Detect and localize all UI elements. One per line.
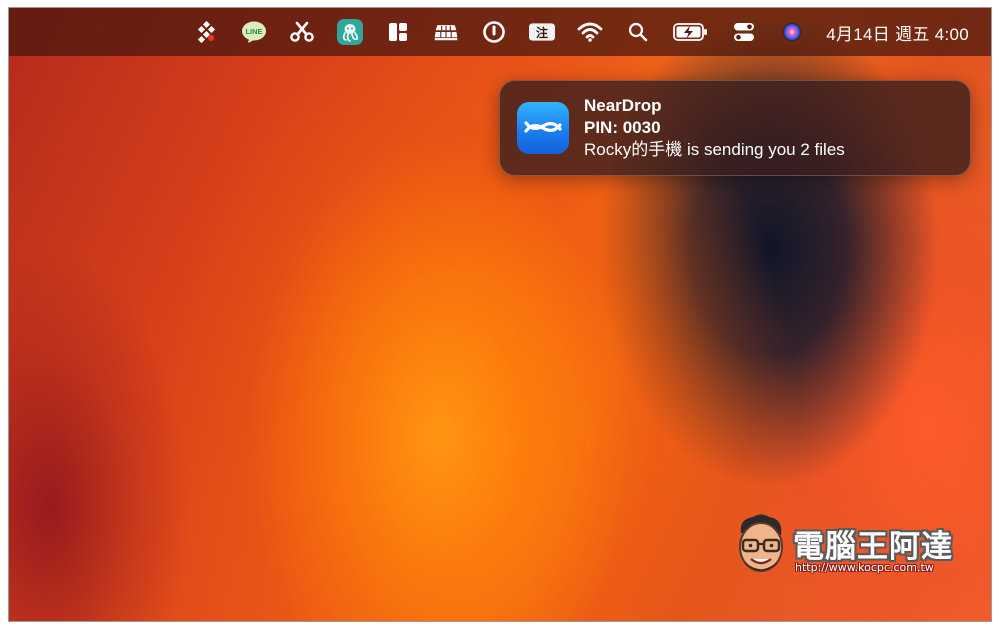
notification-banner[interactable]: NearDrop PIN: 0030 Rocky的手機 is sending y… xyxy=(499,80,971,176)
watermark: 電腦王阿達 http://www.kocpc.com.tw xyxy=(731,511,971,581)
line-icon-label: LINE xyxy=(246,27,263,36)
scissors-icon[interactable] xyxy=(289,19,315,45)
notification-pin: PIN: 0030 xyxy=(584,118,661,137)
screen-frame: LINE 注 4月14日 週五 4:00 NearDrop PIN: 0030 … xyxy=(8,7,992,622)
dropbox-like-icon[interactable] xyxy=(193,19,219,45)
mascot-face-icon xyxy=(739,514,783,572)
watermark-url: http://www.kocpc.com.tw xyxy=(795,561,934,574)
octopus-app-icon[interactable] xyxy=(337,19,364,45)
input-method-icon[interactable]: 注 xyxy=(529,19,556,45)
menu-bar-clock[interactable]: 4月14日 週五 4:00 xyxy=(826,20,969,45)
notification-body: Rocky的手機 is sending you 2 files xyxy=(584,140,845,159)
input-method-label: 注 xyxy=(536,25,548,40)
power-ring-icon[interactable] xyxy=(481,19,507,45)
neardrop-app-icon xyxy=(517,102,569,154)
wifi-icon[interactable] xyxy=(577,19,603,45)
watermark-text: 電腦王阿達 xyxy=(793,529,953,565)
search-icon[interactable] xyxy=(625,19,651,45)
keyboard-stack-icon[interactable] xyxy=(433,19,459,45)
battery-charging-icon[interactable] xyxy=(673,19,709,45)
control-center-icon[interactable] xyxy=(731,19,757,45)
layout-icon[interactable] xyxy=(385,19,411,45)
menu-bar: LINE 注 4月14日 週五 4:00 xyxy=(9,8,991,56)
notification-content: NearDrop PIN: 0030 Rocky的手機 is sending y… xyxy=(584,95,845,161)
line-icon[interactable]: LINE xyxy=(241,19,267,45)
notification-title: NearDrop xyxy=(584,96,662,115)
siri-icon[interactable] xyxy=(779,19,805,45)
